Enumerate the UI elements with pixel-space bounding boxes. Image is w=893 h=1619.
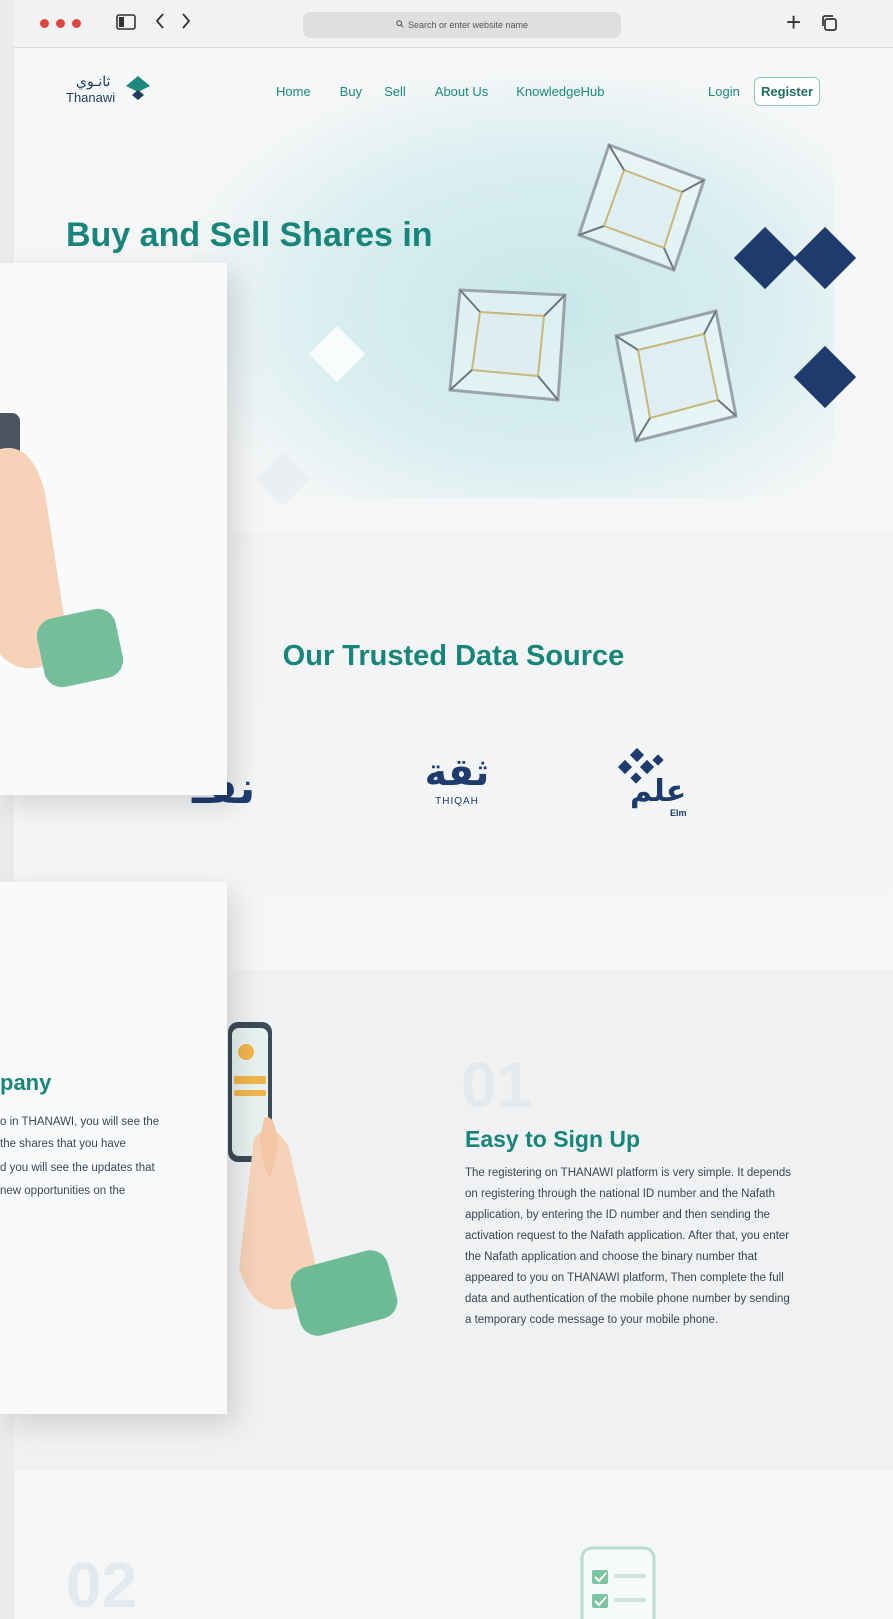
minimize-window-button[interactable] xyxy=(56,19,65,28)
nav-link-sell[interactable]: Sell xyxy=(384,84,406,99)
tabs-overview-icon[interactable] xyxy=(820,14,838,38)
description-line: on registering through the national ID n… xyxy=(465,1188,776,1200)
description-line: a temporary code message to your mobile … xyxy=(465,1314,719,1326)
description-line: the Nafath application and choose the bi… xyxy=(465,1251,758,1263)
window-controls xyxy=(40,19,81,28)
step-title: Easy to Sign Up xyxy=(465,1126,641,1152)
description-line: application, by entering the ID number a… xyxy=(465,1209,770,1221)
partner-logo-label: Elm xyxy=(670,808,687,818)
glass-cube-illustration xyxy=(448,288,567,402)
checklist-phone-illustration xyxy=(580,1546,656,1619)
glass-cube-illustration xyxy=(577,143,706,272)
nav-link-about-us[interactable]: About Us xyxy=(435,84,488,99)
back-icon[interactable] xyxy=(154,12,166,36)
description-line: activation request to the Nafath applica… xyxy=(465,1230,790,1242)
partner-logo-elm[interactable]: علم Elm xyxy=(614,748,704,838)
glass-cube-illustration xyxy=(614,309,738,443)
nav-link-home[interactable]: Home xyxy=(276,84,311,99)
main-nav: Home Buy Sell About Us KnowledgeHub xyxy=(276,84,604,99)
card-text-line: d you will see the updates that xyxy=(0,1162,155,1174)
step-description: The registering on THANAWI platform is v… xyxy=(465,1163,845,1331)
address-bar[interactable]: Search or enter website name xyxy=(303,12,621,38)
step-number: 02 xyxy=(66,1549,138,1619)
floating-card xyxy=(0,263,227,795)
address-placeholder: Search or enter website name xyxy=(407,20,529,30)
phone-hand-illustration xyxy=(228,1022,398,1336)
description-line: data and authentication of the mobile ph… xyxy=(465,1293,790,1305)
sidebar-toggle-icon[interactable] xyxy=(116,12,136,36)
logo-diamond-icon xyxy=(126,76,150,100)
browser-toolbar: Search or enter website name + xyxy=(14,0,893,48)
nav-link-knowledgehub[interactable]: KnowledgeHub xyxy=(516,84,604,99)
card-text-line: the shares that you have xyxy=(0,1138,126,1150)
card-heading: pany xyxy=(0,1070,52,1095)
card-text-line: new opportunities on the xyxy=(0,1185,126,1197)
floating-card: pany o in THANAWI, you will see the the … xyxy=(0,882,227,1414)
partner-logo-text: علم xyxy=(630,774,687,809)
login-link[interactable]: Login xyxy=(708,84,740,99)
maximize-window-button[interactable] xyxy=(72,19,81,28)
step-number: 01 xyxy=(461,1049,533,1121)
logo-english-text: Thanawi xyxy=(66,90,116,105)
close-window-button[interactable] xyxy=(40,19,49,28)
partner-logo-label: THIQAH xyxy=(435,796,479,807)
logo-arabic-text: ثانـوي xyxy=(76,74,111,90)
new-tab-icon[interactable]: + xyxy=(786,9,801,35)
hand-holding-phone-illustration xyxy=(0,413,124,688)
search-icon xyxy=(396,20,404,30)
register-button[interactable]: Register xyxy=(754,77,820,106)
partner-logo-thiqah[interactable]: ثقة THIQAH xyxy=(412,748,502,828)
partner-logo-text: ثقة xyxy=(424,750,490,794)
description-line: appeared to you on THANAWI platform, The… xyxy=(465,1272,784,1284)
description-line: The registering on THANAWI platform is v… xyxy=(465,1167,791,1179)
hero-title: Buy and Sell Shares in xyxy=(66,216,433,254)
forward-icon[interactable] xyxy=(180,12,192,36)
nav-link-buy[interactable]: Buy xyxy=(340,84,362,99)
